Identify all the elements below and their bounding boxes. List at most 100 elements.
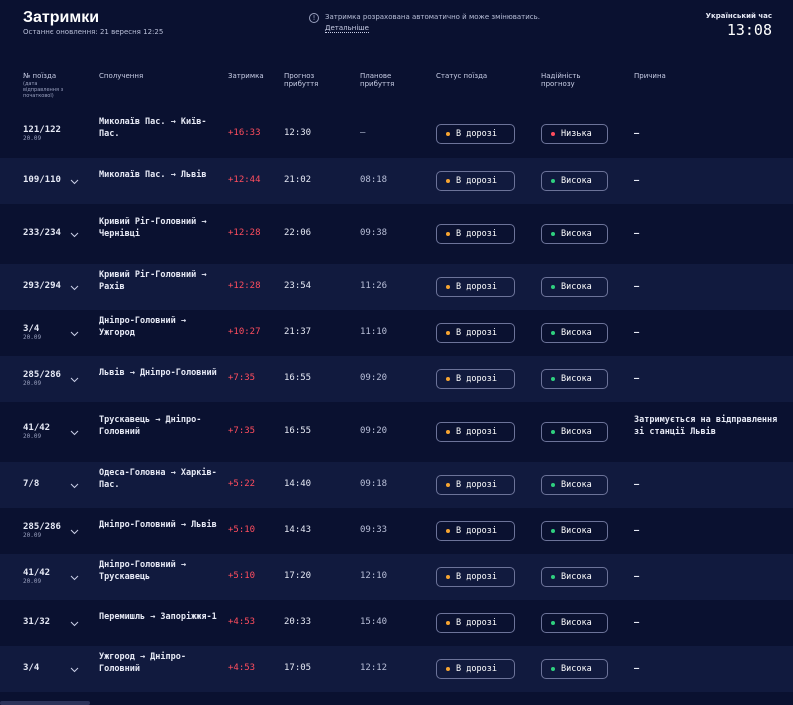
status-label: В дорозі	[456, 526, 497, 536]
train-number: 31/32	[23, 617, 51, 627]
delay-value: +7:35	[228, 373, 256, 383]
train-number: 3/4	[23, 324, 40, 334]
status-label: В дорозі	[456, 374, 497, 384]
route: Кривий Ріг-Головний → Рахів	[99, 270, 207, 292]
reliability-label: Висока	[561, 229, 592, 239]
chevron-down-icon[interactable]	[70, 481, 79, 490]
delay-value: +12:28	[228, 281, 261, 291]
status-label: В дорозі	[456, 282, 497, 292]
status-dot-icon	[446, 667, 450, 671]
reliability-dot-icon	[551, 483, 555, 487]
status-dot-icon	[446, 377, 450, 381]
planned-arrival: 09:38	[360, 228, 388, 238]
status-badge: В дорозі	[436, 659, 515, 679]
chevron-down-icon[interactable]	[70, 527, 79, 536]
details-link[interactable]: Детальніше	[325, 24, 369, 33]
chevron-down-icon[interactable]	[70, 375, 79, 384]
status-badge: В дорозі	[436, 171, 515, 191]
table-row[interactable]: 31/32 Перемишль → Запоріжжя-1 +4:53 20:33 15…	[0, 600, 793, 646]
table-row[interactable]: 3/4 20.09 Дніпро-Головний → Ужгород +10:27 2…	[0, 310, 793, 356]
delay-value: +5:22	[228, 479, 256, 489]
train-date: 20.09	[23, 135, 42, 142]
planned-arrival: 09:18	[360, 479, 388, 489]
table-row[interactable]: 233/234 Кривий Ріг-Головний → Чернівці +12…	[0, 204, 793, 264]
chevron-down-icon[interactable]	[70, 329, 79, 338]
route: Кривий Ріг-Головний → Чернівці	[99, 217, 207, 239]
status-dot-icon	[446, 331, 450, 335]
status-label: В дорозі	[456, 129, 497, 139]
status-dot-icon	[446, 575, 450, 579]
reliability-label: Висока	[561, 572, 592, 582]
table-row[interactable]: 293/294 Кривий Ріг-Головний → Рахів +12:28…	[0, 264, 793, 310]
status-label: В дорозі	[456, 572, 497, 582]
reliability-badge: Висока	[541, 277, 608, 297]
status-badge: В дорозі	[436, 277, 515, 297]
train-date: 20.09	[23, 433, 42, 440]
table-row[interactable]: 285/286 20.09 Дніпро-Головний → Львів +5:10…	[0, 508, 793, 554]
train-date: 20.09	[23, 380, 42, 387]
reliability-badge: Низька	[541, 124, 608, 144]
reliability-dot-icon	[551, 179, 555, 183]
table-row[interactable]: 41/42 20.09 Дніпро-Головний → Трускавець +5…	[0, 554, 793, 600]
planned-arrival: 11:26	[360, 281, 388, 291]
train-number: 109/110	[23, 175, 61, 185]
reason: —	[634, 328, 640, 338]
col-forecast: Прогноз прибуття	[284, 72, 319, 88]
reliability-badge: Висока	[541, 567, 608, 587]
route: Миколаїв Пас. → Львів	[99, 170, 207, 180]
delay-value: +4:53	[228, 663, 256, 673]
forecast-arrival: 14:40	[284, 479, 312, 489]
status-badge: В дорозі	[436, 422, 515, 442]
status-badge: В дорозі	[436, 323, 515, 343]
reason: —	[634, 129, 640, 139]
col-reliability: Надійність прогнозу	[541, 72, 581, 88]
reliability-dot-icon	[551, 529, 555, 533]
table-row[interactable]: 121/122 20.09 Миколаїв Пас. → Київ-Пас. +16…	[0, 110, 793, 158]
delay-value: +12:28	[228, 228, 261, 238]
reliability-dot-icon	[551, 621, 555, 625]
chevron-down-icon[interactable]	[70, 665, 79, 674]
train-number: 233/234	[23, 228, 61, 238]
status-label: В дорозі	[456, 328, 497, 338]
chevron-down-icon[interactable]	[70, 619, 79, 628]
status-dot-icon	[446, 529, 450, 533]
forecast-arrival: 21:37	[284, 327, 312, 337]
reason: Затримується на відправлення зі станції …	[634, 415, 778, 437]
train-number: 41/42	[23, 568, 51, 578]
reliability-dot-icon	[551, 377, 555, 381]
reliability-badge: Висока	[541, 171, 608, 191]
chevron-down-icon[interactable]	[70, 230, 79, 239]
delay-value: +5:10	[228, 571, 256, 581]
table-row[interactable]: 3/4 Ужгород → Дніпро-Головний +4:53 17:05 12…	[0, 646, 793, 692]
reliability-dot-icon	[551, 285, 555, 289]
reliability-label: Висока	[561, 427, 592, 437]
table-row[interactable]: 41/42 20.09 Трускавець → Дніпро-Головний +7…	[0, 402, 793, 462]
chevron-down-icon[interactable]	[70, 573, 79, 582]
table-row[interactable]: 7/8 Одеса-Головна → Харків-Пас. +5:22 14:40…	[0, 462, 793, 508]
reliability-label: Низька	[561, 129, 592, 139]
train-number: 121/122	[23, 125, 61, 135]
table-row[interactable]: 109/110 Миколаїв Пас. → Львів +12:44 21:02 0…	[0, 158, 793, 204]
status-badge: В дорозі	[436, 475, 515, 495]
chevron-down-icon[interactable]	[70, 428, 79, 437]
col-reason: Причина	[634, 72, 666, 80]
col-planned: Планове прибуття	[360, 72, 395, 88]
chevron-down-icon[interactable]	[70, 177, 79, 186]
chevron-down-icon[interactable]	[70, 283, 79, 292]
col-train-label: № поїзда	[23, 72, 57, 80]
reliability-label: Висока	[561, 664, 592, 674]
reliability-label: Висока	[561, 618, 592, 628]
delay-value: +16:33	[228, 128, 261, 138]
forecast-arrival: 16:55	[284, 373, 312, 383]
train-number: 41/42	[23, 423, 51, 433]
reliability-dot-icon	[551, 331, 555, 335]
route: Миколаїв Пас. → Київ-Пас.	[99, 117, 207, 139]
delay-value: +7:35	[228, 426, 256, 436]
reliability-badge: Висока	[541, 323, 608, 343]
train-number: 285/286	[23, 522, 61, 532]
col-status: Статус поїзда	[436, 72, 488, 80]
forecast-arrival: 23:54	[284, 281, 312, 291]
forecast-arrival: 20:33	[284, 617, 312, 627]
table-row[interactable]: 285/286 20.09 Львів → Дніпро-Головний +7:35…	[0, 356, 793, 402]
horizontal-scrollbar[interactable]	[0, 701, 90, 705]
